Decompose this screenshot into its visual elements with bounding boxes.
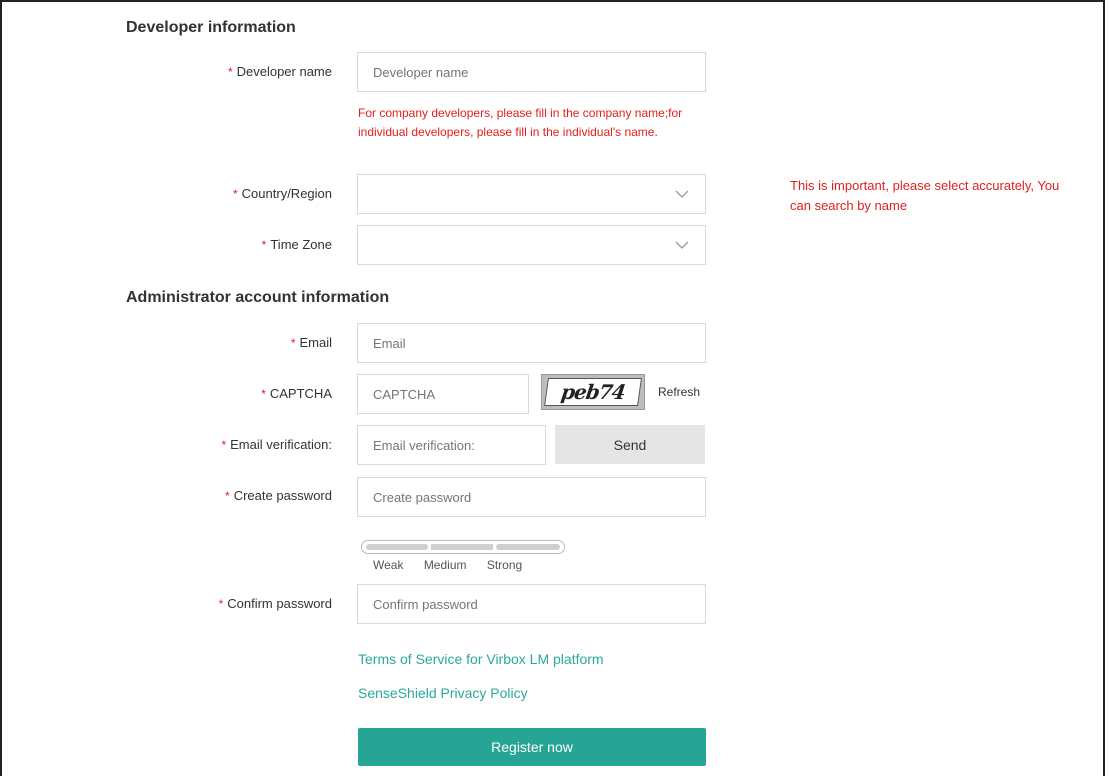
create-password-input[interactable] [357,477,706,517]
required-mark: * [225,489,230,503]
strength-bar-weak [366,544,428,550]
required-mark: * [221,438,227,452]
email-input[interactable] [357,323,706,363]
section-title-admin: Administrator account information [126,289,390,306]
strength-bar-medium [431,544,493,550]
captcha-input[interactable] [357,374,529,414]
required-mark: * [261,238,267,252]
timezone-select[interactable] [357,225,706,265]
country-label: * Country/Region [233,186,332,201]
chevron-down-icon [675,190,689,198]
strength-label-strong: Strong [486,558,523,572]
email-verification-input[interactable] [357,425,546,465]
required-mark: * [218,597,224,611]
password-strength-labels: Weak Medium Strong [373,558,539,572]
register-button[interactable]: Register now [358,728,706,766]
developer-name-input[interactable] [357,52,706,92]
chevron-down-icon [675,241,689,249]
developer-name-label: * Developer name [227,64,332,79]
developer-name-hint: For company developers, please fill in t… [358,106,683,139]
email-label: * Email [290,335,332,350]
required-mark: * [290,336,296,350]
required-mark: * [261,387,266,401]
required-mark: * [233,187,238,201]
section-title-developer: Developer information [126,19,296,36]
strength-bar-strong [496,544,560,550]
strength-label-weak: Weak [373,558,404,572]
create-password-label: * Create password [225,488,332,503]
confirm-password-input[interactable] [357,584,706,624]
required-mark: * [227,65,233,79]
terms-of-service-link[interactable]: Terms of Service for Virbox LM platform [358,651,604,667]
country-note: This is important, please select accurat… [790,178,1060,213]
privacy-policy-link[interactable]: SenseShield Privacy Policy [358,685,528,701]
email-verification-label: * Email verification: [221,437,332,452]
country-select[interactable] [357,174,706,214]
refresh-captcha-link[interactable]: Refresh [658,385,700,399]
send-code-button[interactable]: Send [555,425,705,464]
strength-label-medium: Medium [423,558,467,572]
captcha-image-text: peb74 [544,378,642,406]
captcha-image[interactable]: peb74 [541,374,645,410]
password-strength-meter [361,540,565,554]
timezone-label: * Time Zone [261,237,332,252]
captcha-label: * CAPTCHA [261,386,332,401]
confirm-password-label: * Confirm password [218,596,332,611]
